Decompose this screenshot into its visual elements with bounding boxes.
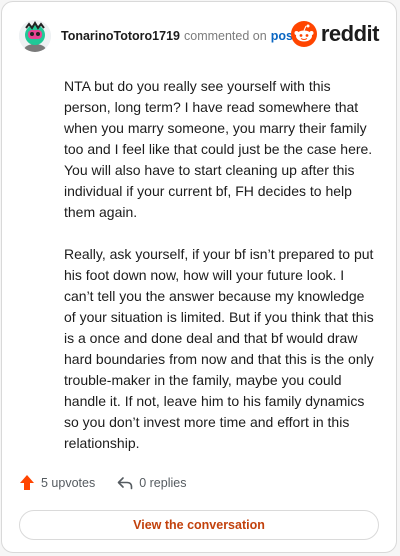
comment-paragraph: NTA but do you really see yourself with … <box>64 78 373 220</box>
comment-card: TonarinoTotoro1719 commented on post red… <box>1 1 397 553</box>
comment-header: TonarinoTotoro1719 commented on post red… <box>19 19 380 53</box>
reddit-snoo-icon <box>290 21 317 47</box>
comment-paragraph: Really, ask yourself, if your bf isn’t p… <box>64 246 374 451</box>
reddit-wordmark: reddit <box>320 21 380 46</box>
comment-meta: TonarinoTotoro1719 commented on post <box>61 29 297 43</box>
reply-button[interactable]: 0 replies <box>117 476 186 490</box>
comment-body: NTA but do you really see yourself with … <box>64 76 376 475</box>
reply-count: 0 replies <box>139 475 187 490</box>
upvote-count: 5 upvotes <box>41 475 96 490</box>
reply-arrow-icon <box>117 476 133 489</box>
avatar-icon <box>19 20 51 52</box>
view-conversation-button[interactable]: View the conversation <box>19 510 379 540</box>
user-avatar[interactable] <box>19 20 51 52</box>
reddit-logo[interactable]: reddit <box>290 21 380 47</box>
commented-on-text: commented on <box>184 29 267 43</box>
upvote-arrow-icon <box>20 475 34 490</box>
upvote-button[interactable]: 5 upvotes <box>19 474 95 491</box>
username[interactable]: TonarinoTotoro1719 <box>61 29 180 43</box>
comment-actions: 5 upvotes 0 replies <box>19 474 186 491</box>
